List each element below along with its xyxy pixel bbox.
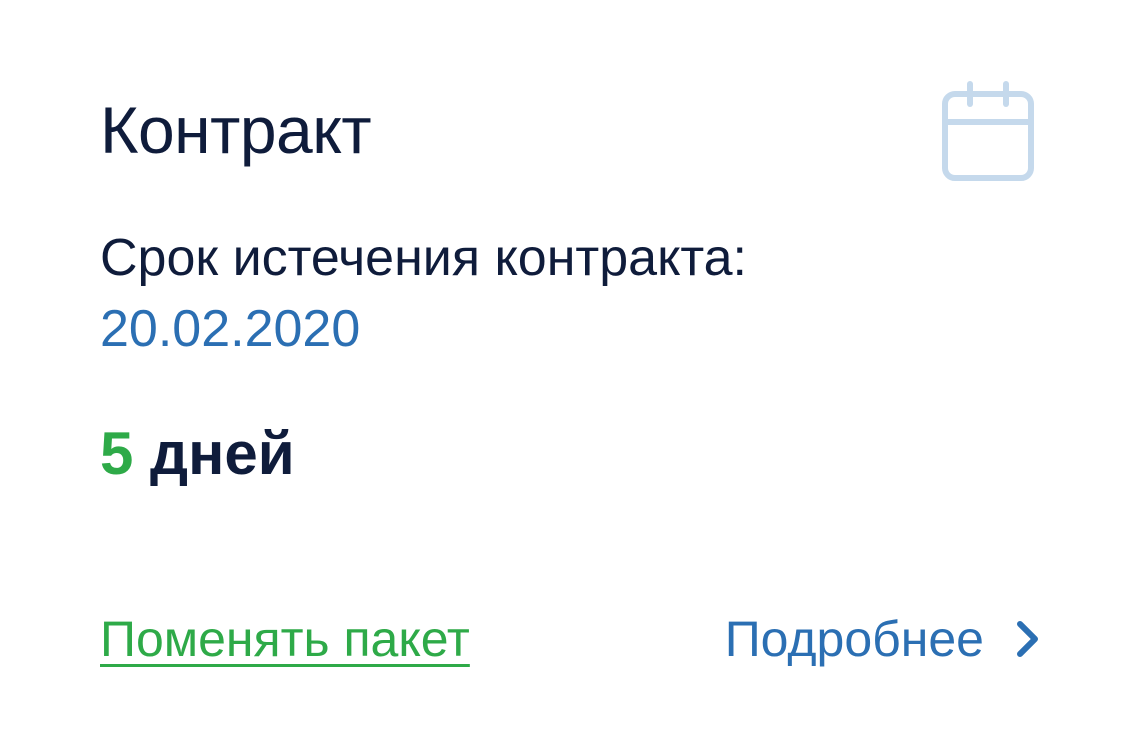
days-count: 5: [100, 420, 134, 487]
card-title: Контракт: [100, 93, 372, 167]
days-unit: дней: [150, 420, 295, 487]
chevron-right-icon: [1017, 621, 1038, 657]
details-label: Подробнее: [724, 611, 984, 667]
details-link[interactable]: Подробнее: [725, 609, 1042, 669]
contract-card: Контракт Срок истечения контракта: 20.02…: [0, 0, 1140, 756]
calendar-icon: [942, 81, 1034, 181]
expiry-label: Срок истечения контракта:: [100, 229, 748, 287]
expiry-date: 20.02.2020: [100, 300, 361, 358]
change-package-link[interactable]: Поменять пакет: [100, 609, 470, 669]
days-remaining: 5 дней: [100, 420, 295, 488]
